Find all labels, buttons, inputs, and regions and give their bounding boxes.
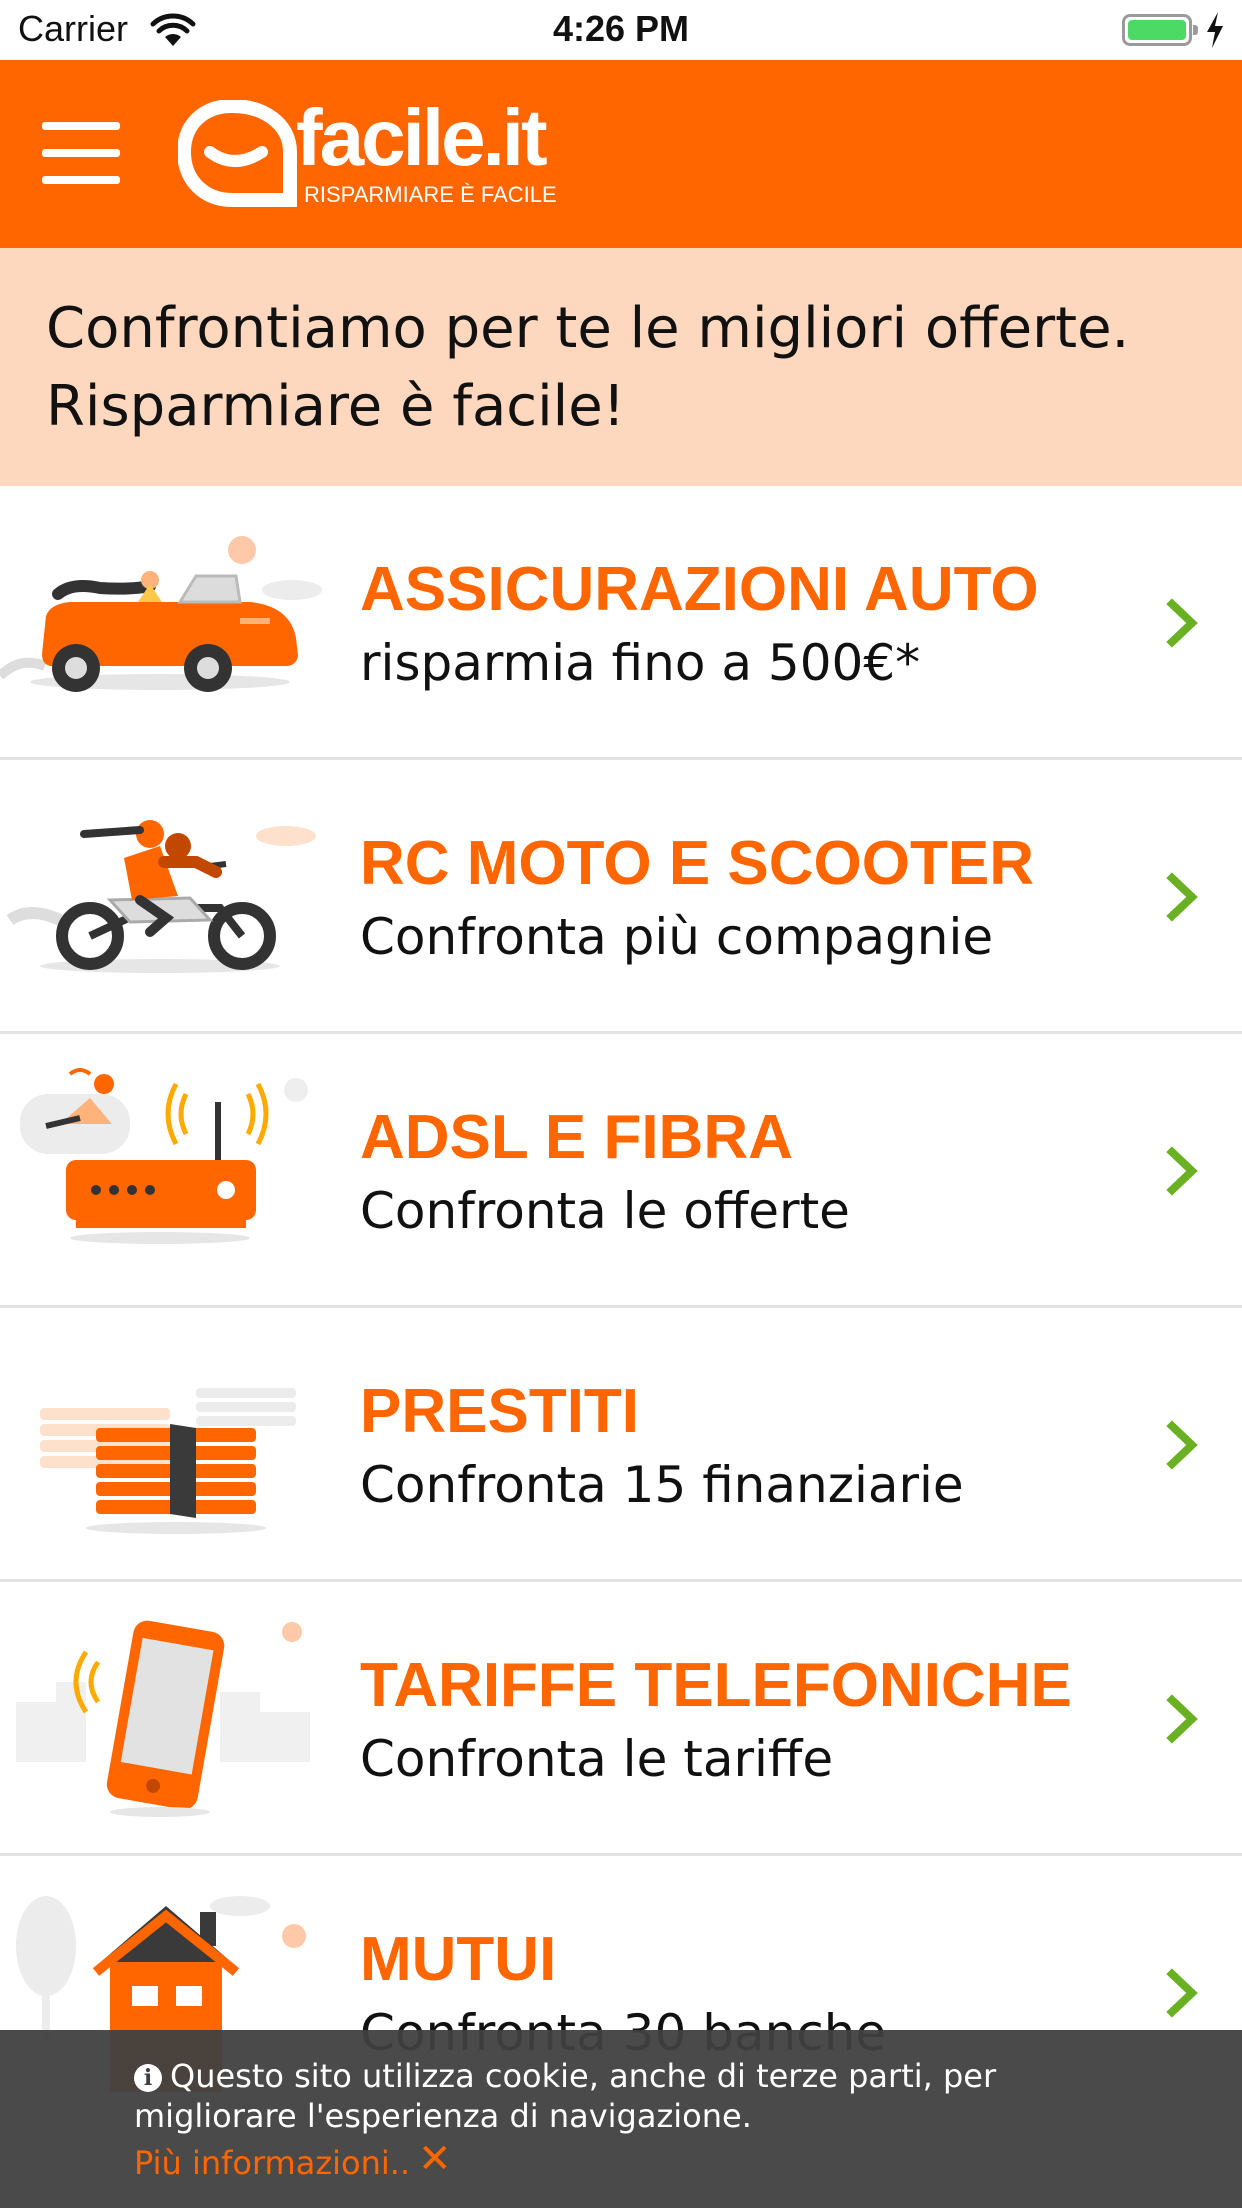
status-bar: Carrier 4:26 PM: [0, 0, 1242, 60]
chevron-right-icon: [1166, 1146, 1198, 1196]
category-subtitle: Confronta più compagnie: [360, 908, 994, 966]
close-icon[interactable]: ✕: [418, 2136, 452, 2182]
smartphone-icon: [16, 1620, 310, 1817]
banner-line-1: Confrontiamo per te le migliori offerte.: [46, 296, 1130, 361]
category-title: ADSL E FIBRA: [360, 1103, 793, 1172]
money-stack-icon: [40, 1388, 296, 1534]
more-info-link[interactable]: Più informazioni..: [134, 2144, 410, 2182]
category-title: ASSICURAZIONI AUTO: [360, 555, 1039, 624]
chevron-right-icon: [1166, 1420, 1198, 1470]
banner-text: Confrontiamo per te le migliori offerte.…: [46, 290, 1129, 446]
motorbike-icon: [6, 820, 316, 973]
charging-bolt-icon: [1207, 12, 1223, 48]
category-row-adsl[interactable]: ADSL E FIBRA Confronta le offerte: [0, 1034, 1242, 1308]
info-icon: i: [134, 2064, 162, 2092]
battery-icon: [1122, 14, 1198, 46]
chevron-right-icon: [1166, 1694, 1198, 1744]
speech-bubble-logo-icon: [178, 100, 297, 207]
category-row-tariffe[interactable]: TARIFFE TELEFONICHE Confronta le tariffe: [0, 1582, 1242, 1856]
category-subtitle: risparmia fino a 500€*: [360, 634, 921, 692]
category-subtitle: Confronta 15 finanziarie: [360, 1456, 964, 1514]
category-title: MUTUI: [360, 1925, 557, 1994]
chevron-right-icon: [1166, 598, 1198, 648]
facile-logo[interactable]: facile.it RISPARMIARE È FACILE: [178, 93, 598, 220]
cookie-message: Questo sito utilizza cookie, anche di te…: [134, 2057, 997, 2135]
category-row-prestiti[interactable]: PRESTITI Confronta 15 finanziarie: [0, 1308, 1242, 1582]
cookie-banner: i Questo sito utilizza cookie, anche di t…: [0, 2030, 1242, 2208]
app-header: facile.it RISPARMIARE È FACILE: [0, 60, 1242, 248]
clock: 4:26 PM: [552, 8, 690, 49]
chevron-right-icon: [1166, 872, 1198, 922]
hamburger-menu-icon[interactable]: [42, 122, 120, 184]
category-title: TARIFFE TELEFONICHE: [360, 1651, 1072, 1720]
logo-tagline: RISPARMIARE È FACILE: [304, 182, 557, 207]
intro-banner: Confrontiamo per te le migliori offerte.…: [0, 248, 1242, 486]
category-row-moto[interactable]: RC MOTO E SCOOTER Confronta più compagni…: [0, 760, 1242, 1034]
category-row-auto[interactable]: ASSICURAZIONI AUTO risparmia fino a 500€…: [0, 486, 1242, 760]
router-icon: [20, 1068, 308, 1244]
logo-wordmark: facile.it: [296, 93, 548, 182]
category-title: RC MOTO E SCOOTER: [360, 829, 1035, 898]
category-title: PRESTITI: [360, 1377, 640, 1446]
banner-line-2: Risparmiare è facile!: [46, 374, 626, 439]
car-icon: [0, 536, 322, 692]
category-subtitle: Confronta le tariffe: [360, 1730, 834, 1788]
cookie-message-block: i Questo sito utilizza cookie, anche di t…: [134, 2056, 1114, 2136]
chevron-right-icon: [1166, 1968, 1198, 2018]
category-subtitle: Confronta le offerte: [360, 1182, 850, 1240]
